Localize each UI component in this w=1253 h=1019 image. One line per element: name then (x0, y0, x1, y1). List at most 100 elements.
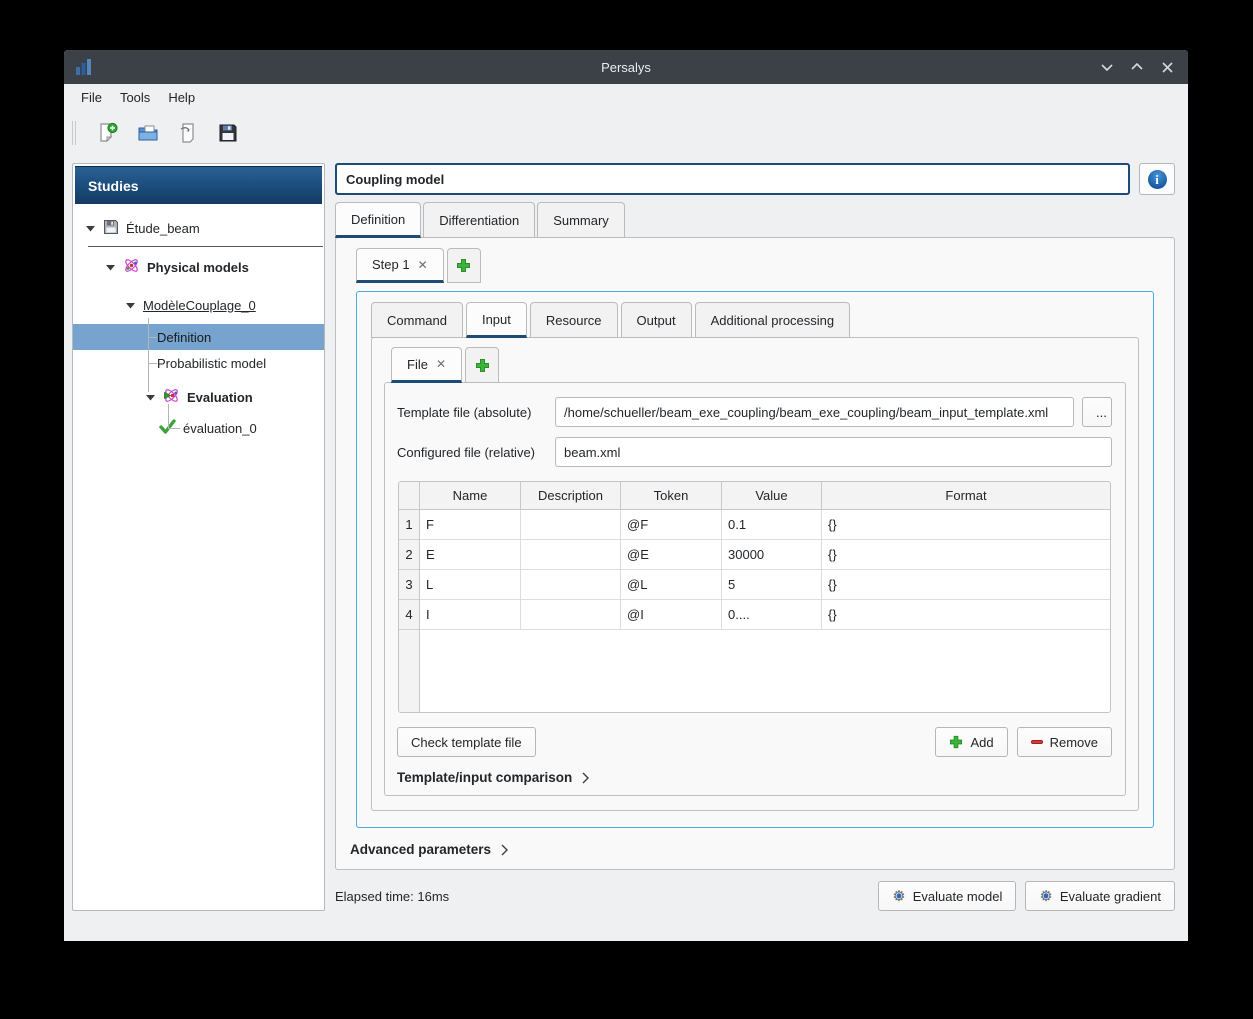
row-number: 3 (399, 570, 420, 600)
browse-template-button[interactable]: ... (1082, 397, 1112, 427)
cell-description[interactable] (521, 540, 621, 570)
tree-item-probabilistic-model[interactable]: Probabilistic model (73, 350, 324, 376)
maximize-button[interactable] (1126, 56, 1148, 78)
model-tab-bar: Definition Differentiation Summary (335, 202, 1175, 238)
add-file-button[interactable] (465, 347, 500, 383)
tree-item-label: évaluation_0 (183, 420, 257, 436)
button-label: Evaluate model (912, 888, 1003, 904)
studies-panel: Studies Étude_beam Physical models Modèl… (72, 163, 325, 911)
collapse-caret-icon[interactable] (126, 302, 136, 309)
cell-value[interactable]: 5 (722, 570, 822, 600)
tab-definition[interactable]: Definition (335, 202, 422, 238)
button-label: Add (970, 734, 994, 750)
studies-header: Studies (75, 166, 322, 204)
cell-name[interactable]: L (420, 570, 521, 600)
cell-name[interactable]: F (420, 510, 521, 540)
col-header-token: Token (621, 482, 722, 510)
gear-icon: ⚙ (1039, 887, 1053, 905)
minimize-button[interactable] (1096, 56, 1118, 78)
minus-icon (1030, 740, 1043, 744)
table-corner (399, 482, 420, 510)
model-info-button[interactable]: i (1139, 163, 1175, 195)
add-row-button[interactable]: Add (935, 727, 1008, 757)
tab-file[interactable]: File ✕ (391, 347, 463, 383)
tab-input[interactable]: Input (465, 302, 527, 338)
plus-icon (475, 358, 489, 372)
save-study-button[interactable] (214, 119, 242, 147)
template-input-comparison-expander[interactable]: Template/input comparison (397, 770, 1112, 785)
new-study-button[interactable] (94, 119, 122, 147)
tree-item-label: Evaluation (187, 389, 253, 405)
elapsed-time-status: Elapsed time: 16ms (335, 888, 450, 904)
remove-row-button[interactable]: Remove (1016, 727, 1112, 757)
tree-item-label: Definition (157, 329, 212, 345)
col-header-description: Description (521, 482, 621, 510)
tab-step-1[interactable]: Step 1 ✕ (356, 248, 444, 283)
collapse-caret-icon[interactable] (106, 264, 116, 271)
tree-item-etude-beam[interactable]: Étude_beam (73, 214, 324, 242)
cell-value[interactable]: 0.1 (722, 510, 822, 540)
tree-branch-line (148, 318, 149, 392)
cell-format[interactable]: {} (822, 600, 1110, 630)
title-bar: Persalys (64, 50, 1188, 84)
menu-tools[interactable]: Tools (111, 87, 159, 108)
tree-item-evaluation-0[interactable]: évaluation_0 (73, 404, 324, 442)
study-save-icon (103, 219, 119, 238)
cell-name[interactable]: E (420, 540, 521, 570)
cell-token[interactable]: @F (621, 510, 722, 540)
gear-icon: ⚙ (892, 887, 906, 905)
menu-file[interactable]: File (72, 87, 111, 108)
variables-table: Name Description Token Value Format 1 F … (398, 481, 1111, 713)
evaluate-model-button[interactable]: ⚙ Evaluate model (878, 881, 1017, 911)
import-script-button[interactable] (174, 119, 202, 147)
model-name-input[interactable] (335, 163, 1130, 195)
tab-command[interactable]: Command (371, 302, 463, 338)
tree-item-modele-couplage[interactable]: ModèleCouplage_0 (73, 290, 324, 320)
advanced-parameters-expander[interactable]: Advanced parameters (350, 842, 1162, 857)
toolbar-handle[interactable] (72, 121, 76, 145)
cell-value[interactable]: 30000 (722, 540, 822, 570)
configured-file-label: Configured file (relative) (397, 444, 536, 460)
row-number: 1 (399, 510, 420, 540)
tab-resource[interactable]: Resource (529, 302, 618, 338)
tab-output[interactable]: Output (620, 302, 692, 338)
col-header-name: Name (420, 482, 521, 510)
cell-format[interactable]: {} (822, 510, 1110, 540)
close-step-tab-icon[interactable]: ✕ (418, 259, 428, 271)
collapse-caret-icon[interactable] (86, 225, 96, 232)
cell-description[interactable] (521, 570, 621, 600)
template-file-input[interactable] (555, 397, 1074, 427)
tab-summary[interactable]: Summary (537, 202, 625, 238)
cell-token[interactable]: @E (621, 540, 722, 570)
close-button[interactable] (1156, 56, 1178, 78)
tab-additional-processing[interactable]: Additional processing (694, 302, 851, 338)
info-icon: i (1147, 169, 1167, 189)
check-template-file-button[interactable]: Check template file (397, 727, 536, 757)
cell-token[interactable]: @L (621, 570, 722, 600)
button-label: Evaluate gradient (1059, 888, 1161, 904)
tree-item-evaluation[interactable]: Evaluation (73, 382, 324, 412)
tree-item-physical-models[interactable]: Physical models (73, 252, 324, 282)
import-script-icon (180, 123, 194, 143)
cell-format[interactable]: {} (822, 570, 1110, 600)
configured-file-input[interactable] (555, 437, 1112, 467)
plus-icon (457, 259, 471, 272)
expander-label: Template/input comparison (397, 770, 573, 785)
tree-item-definition[interactable]: Definition (73, 324, 324, 350)
input-tab-frame: File ✕ Template file (absolute) /home/sc… (371, 337, 1139, 811)
cell-token[interactable]: @I (621, 600, 722, 630)
cell-format[interactable]: {} (822, 540, 1110, 570)
cell-value[interactable]: 0.... (722, 600, 822, 630)
cell-description[interactable] (521, 600, 621, 630)
cell-name[interactable]: I (420, 600, 521, 630)
add-step-button[interactable] (446, 248, 481, 283)
persalys-window: Persalys File Tools Help Studies Étude_b… (64, 50, 1188, 941)
evaluate-gradient-button[interactable]: ⚙ Evaluate gradient (1025, 881, 1175, 911)
close-file-tab-icon[interactable]: ✕ (436, 358, 446, 370)
open-study-button[interactable] (134, 119, 162, 147)
toolbar (64, 111, 1188, 155)
tab-differentiation[interactable]: Differentiation (423, 202, 536, 238)
menu-help[interactable]: Help (159, 87, 204, 108)
cell-description[interactable] (521, 510, 621, 540)
collapse-caret-icon[interactable] (146, 394, 156, 401)
